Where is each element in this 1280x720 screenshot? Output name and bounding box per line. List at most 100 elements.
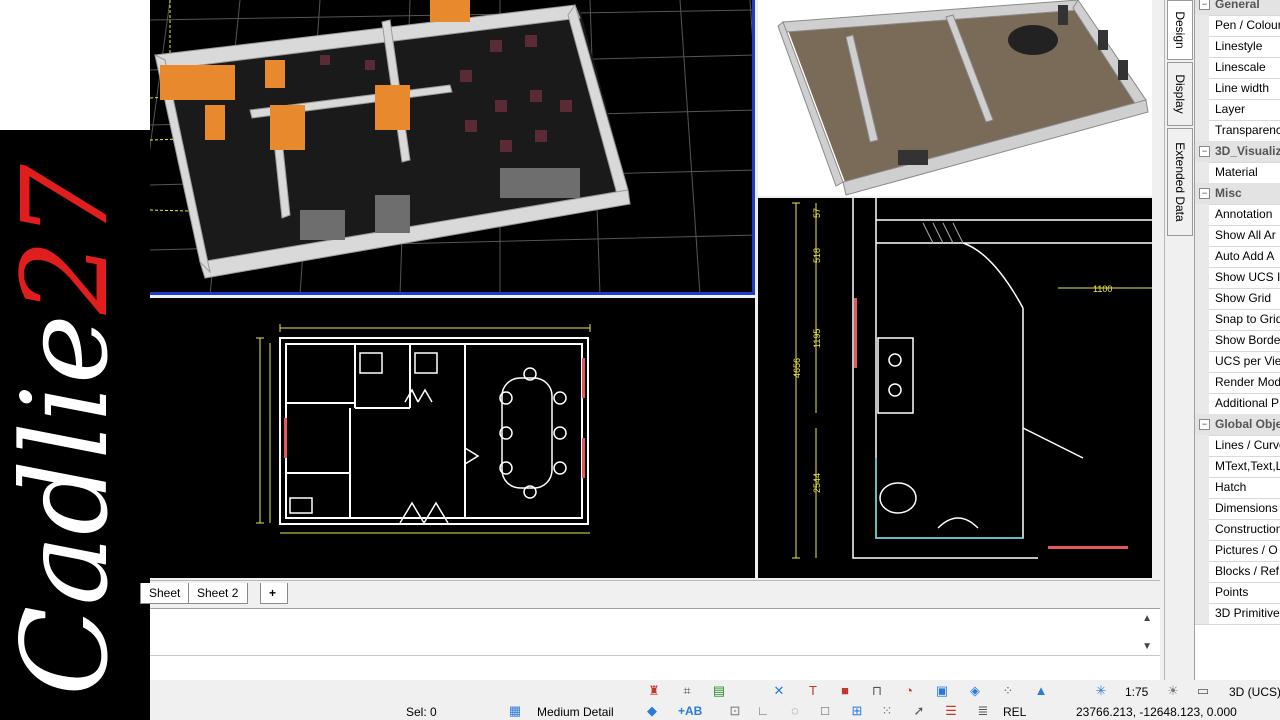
dim-label-4656: 4656 bbox=[792, 358, 802, 378]
property-row[interactable]: Dimensions bbox=[1195, 498, 1280, 520]
property-row[interactable]: Line width bbox=[1195, 78, 1280, 100]
snap-points-icon[interactable]: ⁘ bbox=[1001, 684, 1015, 698]
logo-text: Cadlie bbox=[0, 314, 134, 696]
property-label: 3D_Visualization bbox=[1215, 144, 1280, 158]
property-group[interactable]: −Global Objects bbox=[1195, 414, 1280, 436]
lasso-icon[interactable]: ◌ bbox=[788, 704, 802, 718]
property-row[interactable]: Hatch bbox=[1195, 477, 1280, 499]
property-label: Lines / Curves bbox=[1215, 438, 1280, 452]
property-row[interactable]: Show UCS I bbox=[1195, 267, 1280, 289]
ortho-icon[interactable]: ⊡ bbox=[728, 704, 742, 718]
property-row[interactable]: Show Borde bbox=[1195, 330, 1280, 352]
command-window[interactable]: ▲ ▼ bbox=[150, 608, 1160, 681]
viewport-3d-model[interactable] bbox=[150, 0, 755, 295]
property-gutter bbox=[1195, 15, 1209, 36]
property-row[interactable]: Linescale bbox=[1195, 57, 1280, 79]
collapse-icon[interactable]: − bbox=[1199, 0, 1210, 10]
property-label: Annotation bbox=[1215, 207, 1273, 221]
tab-extended-data[interactable]: Extended Data bbox=[1167, 128, 1193, 236]
property-group[interactable]: −3D_Visualization bbox=[1195, 141, 1280, 163]
sheet-tab-bar: Sheet 1 Sheet 2 + bbox=[140, 580, 1160, 620]
property-row[interactable]: Material bbox=[1195, 162, 1280, 184]
dim-label-57: 57 bbox=[812, 208, 822, 218]
property-row[interactable]: Blocks / Ref bbox=[1195, 561, 1280, 583]
ucs-axis-icon[interactable]: ✳ bbox=[1094, 684, 1108, 698]
polar-icon[interactable]: ∟ bbox=[756, 704, 770, 718]
snap-endpoint-icon[interactable]: ♜ bbox=[647, 684, 661, 698]
tab-design[interactable]: Design bbox=[1167, 0, 1193, 60]
property-row[interactable]: Render Mod bbox=[1195, 372, 1280, 394]
sun-icon[interactable]: ☀ bbox=[1166, 684, 1180, 698]
viewport-3d-canvas bbox=[150, 0, 752, 292]
property-row[interactable]: Pictures / O bbox=[1195, 540, 1280, 562]
sheet-tab-2[interactable]: Sheet 2 bbox=[188, 583, 248, 604]
sheet-tab-1[interactable]: Sheet 1 bbox=[140, 583, 192, 620]
detail-level-select[interactable]: Medium Detail bbox=[537, 705, 614, 719]
property-row[interactable]: MText,Text,L bbox=[1195, 456, 1280, 478]
logo-wordmark: Cadlie27 bbox=[0, 150, 135, 710]
detail-canvas: 1100 4656 2544 1195 518 57 bbox=[792, 198, 1152, 559]
property-row[interactable]: Points bbox=[1195, 582, 1280, 604]
property-row[interactable]: Transparency bbox=[1195, 120, 1280, 142]
property-row[interactable]: Snap to Grid bbox=[1195, 309, 1280, 331]
snap-midpoint-icon[interactable]: ⌗ bbox=[680, 684, 694, 698]
snap-text-icon[interactable]: T bbox=[806, 684, 820, 698]
property-row[interactable]: Annotation bbox=[1195, 204, 1280, 226]
property-row[interactable]: UCS per Vie bbox=[1195, 351, 1280, 373]
property-gutter bbox=[1195, 57, 1209, 78]
add-text-icon[interactable]: +AB bbox=[678, 704, 702, 718]
property-row[interactable]: 3D Primitives bbox=[1195, 603, 1280, 625]
property-row[interactable]: Additional P bbox=[1195, 393, 1280, 415]
property-row[interactable]: Auto Add A bbox=[1195, 246, 1280, 268]
snap-picture-icon[interactable]: ▣ bbox=[935, 684, 949, 698]
grid-toggle-icon[interactable]: ⊞ bbox=[850, 704, 864, 718]
relative-mode-toggle[interactable]: REL bbox=[1003, 705, 1026, 719]
scale-readout[interactable]: 1:75 bbox=[1125, 685, 1148, 699]
property-gutter bbox=[1195, 477, 1209, 498]
collapse-icon[interactable]: − bbox=[1199, 419, 1210, 430]
collapse-icon[interactable]: − bbox=[1199, 146, 1210, 157]
viewport-floor-plan[interactable] bbox=[150, 298, 755, 578]
dots-grid-icon[interactable]: ⁙ bbox=[880, 704, 894, 718]
property-label: Snap to Grid bbox=[1215, 312, 1280, 326]
property-row[interactable]: Lines / Curves bbox=[1195, 435, 1280, 457]
snap-intersection-icon[interactable]: ◈ bbox=[968, 684, 982, 698]
property-row[interactable]: Show Grid bbox=[1195, 288, 1280, 310]
cursor-arrow-icon: ➚ bbox=[913, 703, 925, 718]
property-label: Layer bbox=[1215, 102, 1246, 116]
property-group[interactable]: − Misc bbox=[1195, 183, 1280, 205]
snap-perpendicular-icon[interactable]: ✕ bbox=[772, 684, 786, 698]
dim-label-1195: 1195 bbox=[812, 329, 822, 348]
3d-cube-icon[interactable]: ◆ bbox=[645, 704, 659, 718]
layers-icon[interactable]: ≣ bbox=[976, 704, 990, 718]
rect-select-icon[interactable]: □ bbox=[818, 704, 832, 718]
property-group[interactable]: − General bbox=[1195, 0, 1280, 16]
property-row[interactable]: Show All Ar bbox=[1195, 225, 1280, 247]
collapse-icon[interactable]: − bbox=[1199, 188, 1210, 199]
snap-dimension-icon[interactable]: ⊓ bbox=[870, 684, 884, 698]
dim-label-1100: 1100 bbox=[1093, 284, 1112, 294]
lineweight-icon[interactable]: ☰ bbox=[944, 704, 958, 718]
viewport-detail-plan[interactable]: 1100 4656 2544 1195 518 57 bbox=[758, 198, 1152, 578]
scroll-up-icon[interactable]: ▲ bbox=[1142, 613, 1152, 624]
view-mode-icon[interactable]: ▭ bbox=[1196, 684, 1210, 698]
plan-windows bbox=[284, 358, 585, 478]
property-gutter bbox=[1195, 246, 1209, 267]
property-row[interactable]: Linestyle bbox=[1195, 36, 1280, 58]
view-mode-label[interactable]: 3D (UCS) bbox=[1229, 685, 1280, 699]
property-row[interactable]: Pen / Colour bbox=[1195, 15, 1280, 37]
snap-3d-icon[interactable]: ▲ bbox=[1034, 684, 1048, 698]
snap-block-icon[interactable]: ■ bbox=[838, 684, 852, 698]
property-label: Hatch bbox=[1215, 480, 1247, 494]
property-row[interactable]: Construction bbox=[1195, 519, 1280, 541]
viewport-render[interactable] bbox=[758, 0, 1152, 196]
property-row[interactable]: Layer bbox=[1195, 99, 1280, 121]
snap-arc-icon[interactable]: ◔ bbox=[902, 684, 916, 698]
tab-display[interactable]: Display bbox=[1167, 62, 1193, 126]
property-gutter bbox=[1195, 120, 1209, 141]
scroll-down-icon[interactable]: ▼ bbox=[1142, 641, 1152, 652]
tab-design-label: Design bbox=[1173, 11, 1187, 49]
property-gutter bbox=[1195, 561, 1209, 582]
snap-grid-icon[interactable]: ▤ bbox=[712, 684, 726, 698]
add-sheet-button[interactable]: + bbox=[260, 583, 288, 604]
